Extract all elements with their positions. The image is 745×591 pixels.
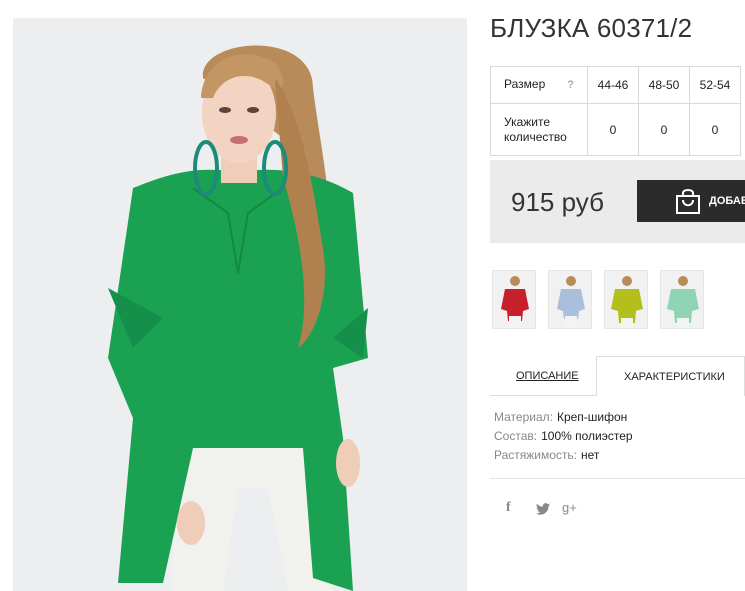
spec-value: Креп-шифон <box>556 410 628 424</box>
tab-description[interactable]: ОПИСАНИЕ <box>516 370 579 382</box>
quantity-input-48-50[interactable]: 0 <box>638 103 690 156</box>
product-tabs: ОПИСАНИЕ ХАРАКТЕРИСТИКИ <box>490 356 745 396</box>
shopping-bag-icon <box>676 189 700 214</box>
spec-key: Растяжимость: <box>494 448 578 462</box>
size-48-50: 48-50 <box>638 66 690 104</box>
specs-list: Материал: Креп-шифон Состав: 100% полиэсте… <box>494 410 633 467</box>
thumbnail-mint[interactable] <box>660 270 704 329</box>
size-label-cell: Размер? <box>490 66 588 104</box>
product-price: 915 руб <box>511 187 604 217</box>
twitter-icon[interactable] <box>536 502 550 518</box>
facebook-icon[interactable]: f <box>506 500 511 516</box>
quantity-row: Укажите количество 0 0 0 <box>490 103 741 156</box>
spec-key: Материал: <box>494 410 553 424</box>
thumbnail-lime[interactable] <box>604 270 648 329</box>
add-to-cart-button[interactable]: ДОБАВ <box>637 180 745 222</box>
size-44-46: 44-46 <box>587 66 639 104</box>
product-title: БЛУЗКА 60371/2 <box>490 13 693 43</box>
spec-value: нет <box>581 448 600 462</box>
product-main-image[interactable] <box>13 18 467 591</box>
size-row: Размер? 44-46 48-50 52-54 <box>490 66 741 104</box>
quantity-label: Укажите количество <box>490 103 588 156</box>
tab-characteristics-label: ХАРАКТЕРИСТИКИ <box>624 371 725 383</box>
size-table: Размер? 44-46 48-50 52-54 Укажите количес… <box>490 66 741 156</box>
quantity-input-44-46[interactable]: 0 <box>587 103 639 156</box>
tab-characteristics[interactable]: ХАРАКТЕРИСТИКИ <box>596 356 745 396</box>
quantity-label-line2: количество <box>504 129 567 144</box>
google-plus-icon[interactable]: g+ <box>562 500 577 515</box>
thumbnail-light-blue[interactable] <box>548 270 592 329</box>
spec-material: Материал: Креп-шифон <box>494 410 633 429</box>
spec-composition: Состав: 100% полиэстер <box>494 429 633 448</box>
help-icon[interactable]: ? <box>567 79 574 91</box>
size-52-54: 52-54 <box>689 66 741 104</box>
spec-value: 100% полиэстер <box>541 429 633 443</box>
size-label: Размер <box>504 77 546 91</box>
quantity-input-52-54[interactable]: 0 <box>689 103 741 156</box>
price-box: 915 руб ДОБАВ <box>490 160 745 243</box>
thumbnail-red[interactable] <box>492 270 536 329</box>
add-to-cart-label: ДОБАВ <box>709 195 745 207</box>
divider <box>490 478 745 479</box>
spec-stretch: Растяжимость: нет <box>494 448 633 467</box>
quantity-label-line1: Укажите <box>504 114 551 129</box>
spec-key: Состав: <box>494 429 538 443</box>
tab-divider <box>490 395 596 396</box>
